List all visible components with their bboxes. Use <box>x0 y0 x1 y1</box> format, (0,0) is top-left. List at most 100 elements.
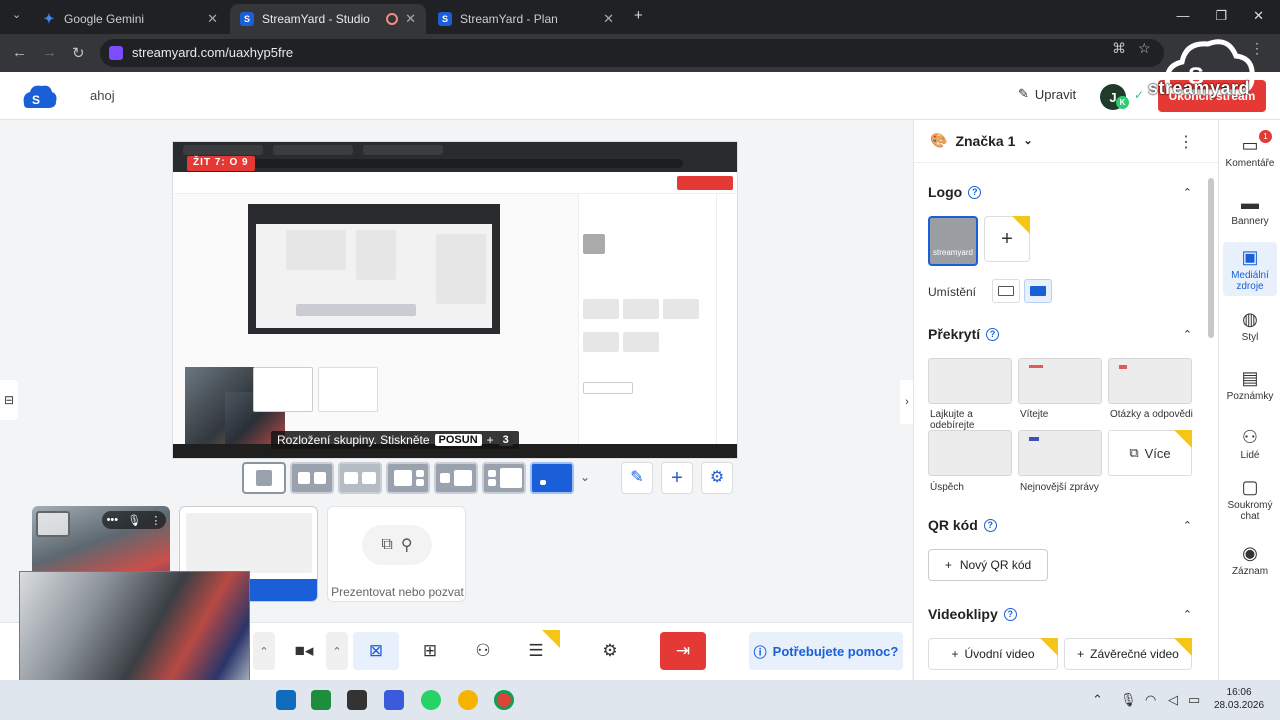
new-tab-icon[interactable]: + <box>634 7 643 24</box>
camera-options-chevron-icon[interactable]: ⌃ <box>326 632 348 670</box>
back-icon[interactable]: ← <box>12 44 27 61</box>
help-icon[interactable]: ? <box>986 327 1000 341</box>
logo-thumbnail[interactable]: streamyard <box>928 216 978 266</box>
stage-end-button <box>677 176 733 190</box>
rail-item-media[interactable]: ▣ Mediální zdroje <box>1223 242 1277 296</box>
overlay-label: Vítejte <box>1020 409 1049 420</box>
help-icon[interactable]: ? <box>1003 607 1017 621</box>
close-window-icon[interactable]: ✕ <box>1253 8 1264 24</box>
streamyard-logo-icon[interactable]: S <box>20 82 58 110</box>
rail-label: Mediální zdroje <box>1231 270 1269 292</box>
edit-layout-button[interactable]: ✎ <box>621 462 653 494</box>
tab-search-icon[interactable]: ⌄ <box>12 8 21 21</box>
rail-item-banners[interactable]: ▬ Bannery <box>1223 192 1277 227</box>
layout-screen-button[interactable] <box>482 462 526 494</box>
tab-streamyard-plan[interactable]: S StreamYard - Plan ✕ <box>428 4 624 34</box>
invite-guest-button[interactable]: ⚇ <box>460 632 506 670</box>
broadcast-title[interactable]: ahoj <box>90 88 115 103</box>
outro-video-button[interactable]: + Závěrečné video <box>1064 638 1192 670</box>
chevron-up-icon[interactable]: ⌃ <box>1183 328 1192 341</box>
placement-right-button[interactable] <box>1024 279 1052 303</box>
help-button[interactable]: ⓘ Potřebujete pomoc? <box>749 632 903 670</box>
rail-item-recording[interactable]: ◉ Záznam <box>1223 542 1277 577</box>
rail-item-people[interactable]: ⚇ Lidé <box>1223 426 1277 461</box>
layout-group-button[interactable] <box>338 462 382 494</box>
maximize-icon[interactable]: ❐ <box>1215 8 1227 24</box>
whatsapp-icon[interactable] <box>421 690 441 710</box>
layout-settings-button[interactable]: ⚙ <box>701 462 733 494</box>
panel-menu-icon[interactable]: ⋮ <box>1178 132 1194 152</box>
outlook-icon[interactable] <box>276 690 296 710</box>
stage-nested-capture <box>248 204 500 334</box>
stage-canvas[interactable]: ŽIT 7: O 9 Rozložení skupiny. Stiskněte … <box>172 141 738 459</box>
more-dots-icon[interactable]: ••• <box>107 514 119 526</box>
pencil-icon: ✎ <box>1018 86 1029 101</box>
intro-video-button[interactable]: + Úvodní video <box>928 638 1058 670</box>
overlay-thumbnail[interactable] <box>928 430 1012 476</box>
browser-app-icon[interactable] <box>458 690 478 710</box>
add-layout-button[interactable]: + <box>661 462 693 494</box>
translate-icon[interactable]: ⌘ <box>1112 40 1126 57</box>
destination-badge: K <box>1116 96 1129 109</box>
terminal-icon[interactable] <box>347 690 367 710</box>
leave-studio-button[interactable]: ⇥ <box>660 632 706 670</box>
volume-icon[interactable]: ◁ <box>1168 692 1178 708</box>
layout-leader-button[interactable] <box>386 462 430 494</box>
overlay-thumbnail[interactable] <box>1108 358 1192 404</box>
taskbar-clock[interactable]: 16:06 28.03.2026 <box>1214 686 1264 712</box>
placement-left-button[interactable] <box>992 279 1020 303</box>
chrome-icon[interactable] <box>494 690 514 710</box>
video-section-header[interactable]: Videoklipy ? <box>928 606 1017 622</box>
close-tab-icon[interactable]: ✕ <box>207 11 218 27</box>
edit-button[interactable]: ✎ Upravit <box>1018 86 1076 102</box>
layout-split-button[interactable] <box>290 462 334 494</box>
logo-section-header[interactable]: Logo ? <box>928 184 982 200</box>
layout-sidebar-button[interactable] <box>434 462 478 494</box>
url-field[interactable]: streamyard.com/uaxhyp5fre <box>100 39 1164 67</box>
collapse-left-button[interactable]: ⊟ <box>0 380 18 420</box>
layout-more-chevron-icon[interactable]: ⌄ <box>580 470 590 484</box>
overlay-section-header[interactable]: Překrytí ? <box>928 326 1000 342</box>
tray-mic-icon[interactable]: 🎙 <box>1120 692 1137 708</box>
collapse-panel-button[interactable]: › <box>900 380 914 424</box>
layout-solo-button[interactable] <box>242 462 286 494</box>
microphone-icon[interactable]: 🎙 <box>127 514 141 527</box>
rail-item-private-chat[interactable]: ▢ Soukromý chat <box>1223 476 1277 522</box>
brand-selector[interactable]: 🎨 Značka 1 ⌄ <box>930 132 1033 149</box>
bookmark-star-icon[interactable]: ☆ <box>1138 40 1151 57</box>
overlay-thumbnail[interactable] <box>928 358 1012 404</box>
rail-item-style[interactable]: ◍ Styl <box>1223 308 1277 343</box>
camera-toggle-button[interactable]: ■◂ <box>281 632 327 670</box>
help-icon[interactable]: ? <box>968 185 982 199</box>
help-icon[interactable]: ? <box>983 518 997 532</box>
present-or-invite-tile[interactable]: ⧉ ⚲ Prezentovat nebo pozvat <box>327 506 466 602</box>
minimize-icon[interactable]: — <box>1176 8 1189 24</box>
layout-fullscreen-button[interactable] <box>530 462 574 494</box>
tab-streamyard-studio[interactable]: S StreamYard - Studio ✕ <box>230 4 426 34</box>
wifi-icon[interactable]: ◠ <box>1145 692 1156 708</box>
forward-icon[interactable]: → <box>42 44 57 61</box>
rail-item-notes[interactable]: ▤ Poznámky <box>1223 367 1277 402</box>
close-tab-icon[interactable]: ✕ <box>405 11 416 27</box>
sheets-icon[interactable] <box>311 690 331 710</box>
reload-icon[interactable]: ↻ <box>72 44 85 62</box>
battery-icon[interactable]: ▭ <box>1188 692 1200 708</box>
tab-gemini[interactable]: ✦ Google Gemini ✕ <box>32 4 228 34</box>
chevron-up-icon[interactable]: ⌃ <box>1183 186 1192 199</box>
panel-scrollbar[interactable] <box>1208 178 1214 338</box>
gemini-icon: ✦ <box>43 11 55 26</box>
hide-self-button[interactable]: ⊠ <box>353 632 399 670</box>
qr-section-header[interactable]: QR kód ? <box>928 517 997 533</box>
tray-chevron-icon[interactable]: ⌃ <box>1092 692 1103 708</box>
close-tab-icon[interactable]: ✕ <box>603 11 614 27</box>
chevron-up-icon[interactable]: ⌃ <box>1183 608 1192 621</box>
settings-button[interactable]: ⚙ <box>587 632 633 670</box>
app-icon[interactable] <box>384 690 404 710</box>
mic-options-chevron-icon[interactable]: ⌃ <box>253 632 275 670</box>
overlay-thumbnail[interactable] <box>1018 358 1102 404</box>
new-qr-code-button[interactable]: + Nový QR kód <box>928 549 1048 581</box>
overlay-thumbnail[interactable] <box>1018 430 1102 476</box>
share-screen-button[interactable]: ⊞ <box>407 632 453 670</box>
kebab-icon[interactable]: ⋮ <box>150 514 161 527</box>
chevron-up-icon[interactable]: ⌃ <box>1183 519 1192 532</box>
